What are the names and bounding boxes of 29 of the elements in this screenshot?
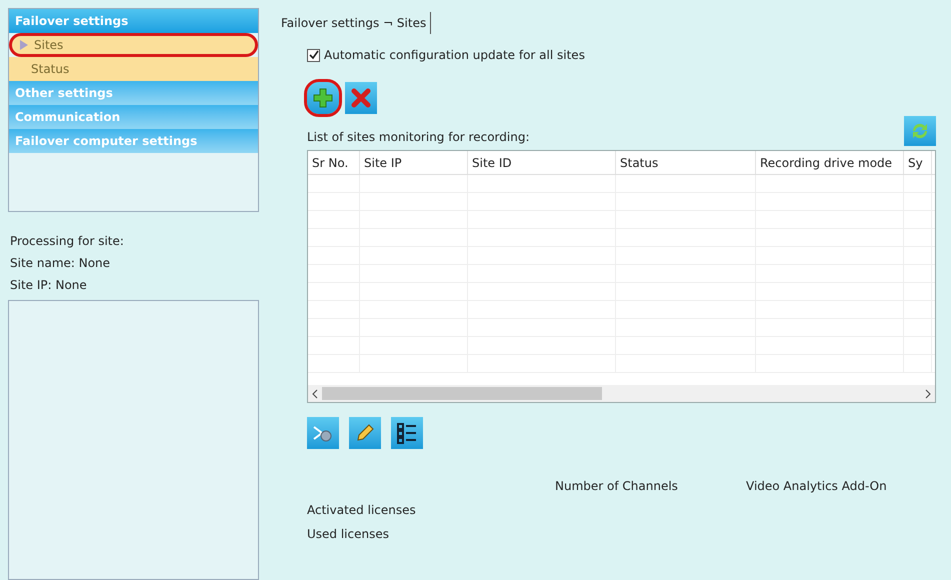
close-icon [350,87,372,109]
list-label: List of sites monitoring for recording: [307,129,530,146]
nav-item[interactable]: Status [9,57,258,81]
checkbox[interactable] [307,48,320,62]
column-header[interactable]: Sr No. [308,151,360,174]
column-header[interactable]: Site IP [360,151,468,174]
horizontal-scrollbar[interactable] [308,385,935,402]
breadcrumb-tab[interactable]: Failover settings ¬ Sites [273,12,432,34]
column-header[interactable]: Sy [904,151,932,174]
column-label: Video Analytics Add-On [746,478,888,495]
add-button[interactable] [307,82,339,114]
info-text: Site name: None [10,255,112,272]
edit-button[interactable] [349,417,381,449]
info-text: Processing for site: [10,233,125,250]
list-icon [395,421,419,445]
plus-icon [312,87,334,109]
nav-item[interactable]: Sites [9,33,258,57]
column-header[interactable]: Recording drive mode [756,151,904,174]
column-header[interactable]: Site ID [468,151,616,174]
list-button[interactable] [391,417,423,449]
caret-icon [20,40,28,50]
connect-button[interactable] [307,417,339,449]
delete-button[interactable] [345,82,377,114]
row-label: Used licenses [307,526,390,543]
info-text: Site IP: None [10,277,88,294]
column-label: Number of Channels [555,478,679,495]
checkbox-label: Automatic configuration update for all sites [324,47,585,64]
column-header[interactable]: Status [616,151,756,174]
row-label: Activated licenses [307,502,417,519]
